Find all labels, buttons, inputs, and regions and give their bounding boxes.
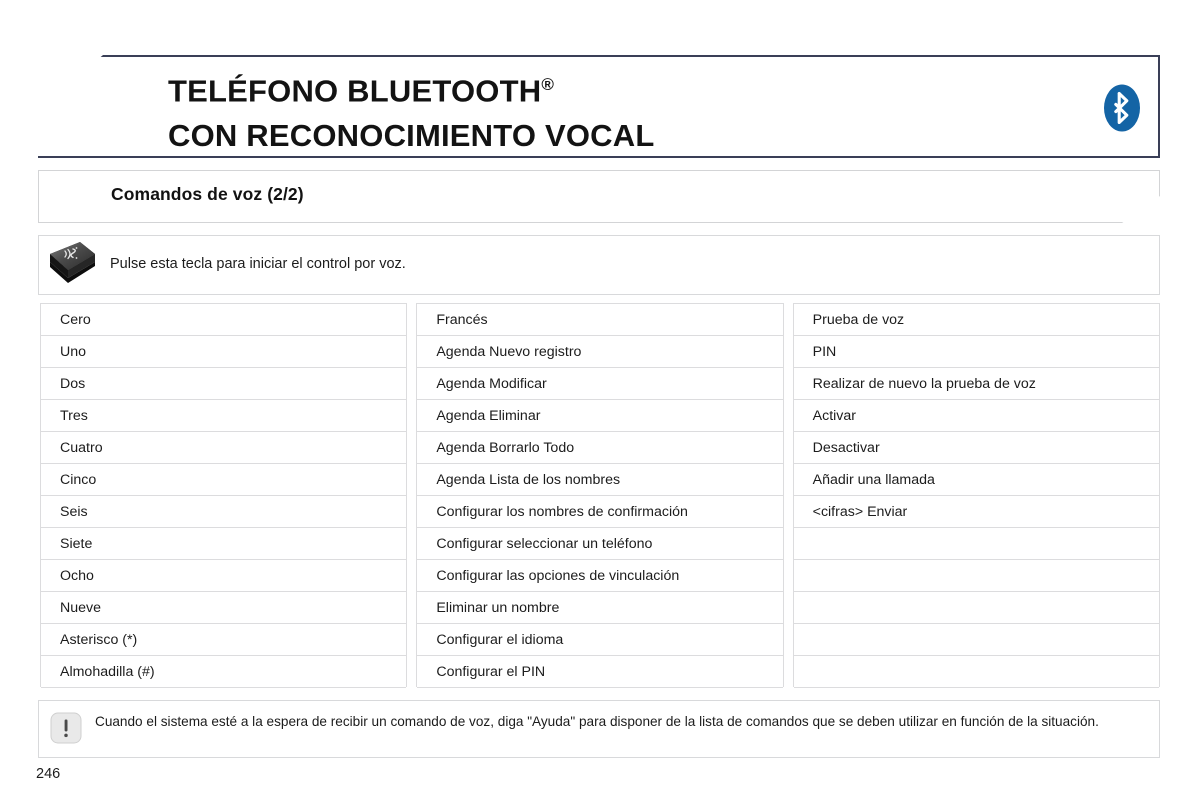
table-row: Siete [41, 528, 407, 560]
table-row [793, 528, 1159, 560]
table-row: Almohadilla (#) [41, 656, 407, 688]
registered-trademark-icon: ® [541, 75, 555, 94]
table-row: Francés [417, 304, 783, 336]
table-row: Agenda Eliminar [417, 400, 783, 432]
table-row: Agenda Borrarlo Todo [417, 432, 783, 464]
column-numbers: Cero Uno Dos Tres Cuatro Cinco Seis Siet… [40, 303, 408, 688]
page-title: TELÉFONO BLUETOOTH® CON RECONOCIMIENTO V… [168, 62, 1028, 158]
table-row: Tres [41, 400, 407, 432]
table-row [793, 560, 1159, 592]
table-row: Eliminar un nombre [417, 592, 783, 624]
table-row [793, 624, 1159, 656]
table-row: Agenda Lista de los nombres [417, 464, 783, 496]
key-instruction-text: Pulse esta tecla para iniciar el control… [110, 256, 406, 272]
table-row: Configurar seleccionar un teléfono [417, 528, 783, 560]
manual-page: TELÉFONO BLUETOOTH® CON RECONOCIMIENTO V… [0, 0, 1200, 800]
table-row: Realizar de nuevo la prueba de voz [793, 368, 1159, 400]
note-text: Cuando el sistema esté a la espera de re… [95, 714, 1099, 729]
table-row: Configurar el PIN [417, 656, 783, 688]
table-row: Configurar el idioma [417, 624, 783, 656]
voice-control-key-icon [50, 242, 95, 283]
table-row: Agenda Modificar [417, 368, 783, 400]
table-row: Asterisco (*) [41, 624, 407, 656]
table-row: Configurar los nombres de confirmación [417, 496, 783, 528]
table-row: Cero [41, 304, 407, 336]
table-row: Nueve [41, 592, 407, 624]
column-agenda-config: Francés Agenda Nuevo registro Agenda Mod… [416, 303, 784, 688]
table-row: Cuatro [41, 432, 407, 464]
voice-commands-table: Cero Uno Dos Tres Cuatro Cinco Seis Siet… [40, 303, 1160, 688]
table-row: Uno [41, 336, 407, 368]
table-row: Agenda Nuevo registro [417, 336, 783, 368]
table-row: <cifras> Enviar [793, 496, 1159, 528]
bluetooth-logo-icon [1104, 84, 1140, 132]
page-number: 246 [36, 766, 61, 782]
table-row: Cinco [41, 464, 407, 496]
table-row: Añadir una llamada [793, 464, 1159, 496]
page-title-line2: CON RECONOCIMIENTO VOCAL [168, 118, 655, 154]
column-voice-pin: Prueba de voz PIN Realizar de nuevo la p… [792, 303, 1160, 688]
section-subtitle: Comandos de voz (2/2) [111, 184, 304, 204]
table-row: Desactivar [793, 432, 1159, 464]
page-title-line1: TELÉFONO BLUETOOTH [168, 73, 542, 109]
table-row: Dos [41, 368, 407, 400]
table-row: Seis [41, 496, 407, 528]
table-row [793, 592, 1159, 624]
table-row: Activar [793, 400, 1159, 432]
table-row: Prueba de voz [793, 304, 1159, 336]
table-row: Configurar las opciones de vinculación [417, 560, 783, 592]
exclamation-icon [50, 712, 82, 744]
table-row: PIN [793, 336, 1159, 368]
table-row [793, 656, 1159, 688]
table-row: Ocho [41, 560, 407, 592]
